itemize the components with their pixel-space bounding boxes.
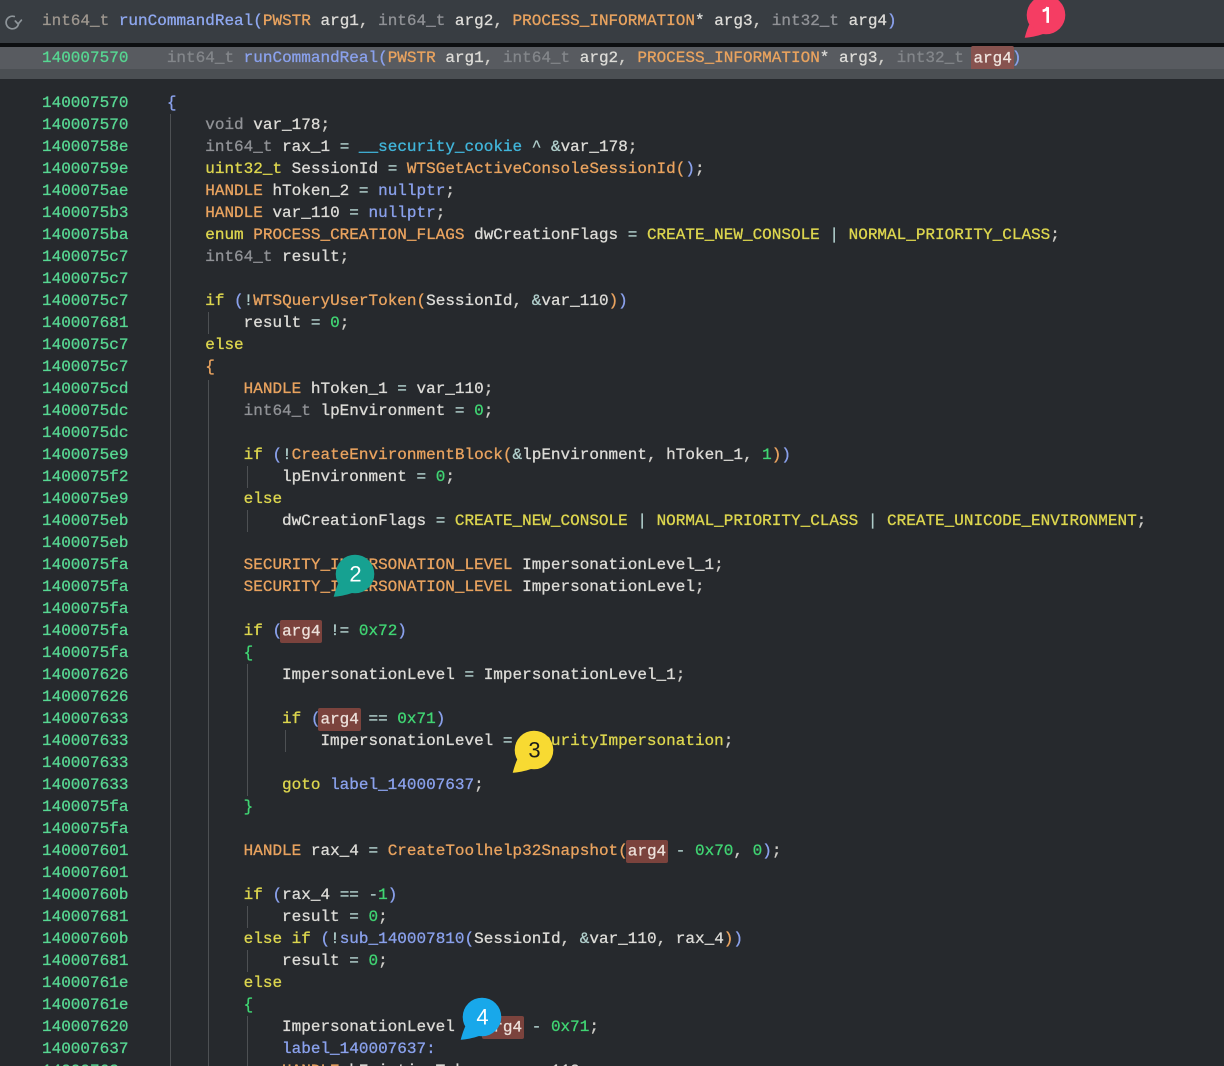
svg-text:4: 4 [476, 1005, 488, 1030]
svg-text:3: 3 [528, 738, 540, 763]
svg-text:2: 2 [349, 561, 361, 586]
